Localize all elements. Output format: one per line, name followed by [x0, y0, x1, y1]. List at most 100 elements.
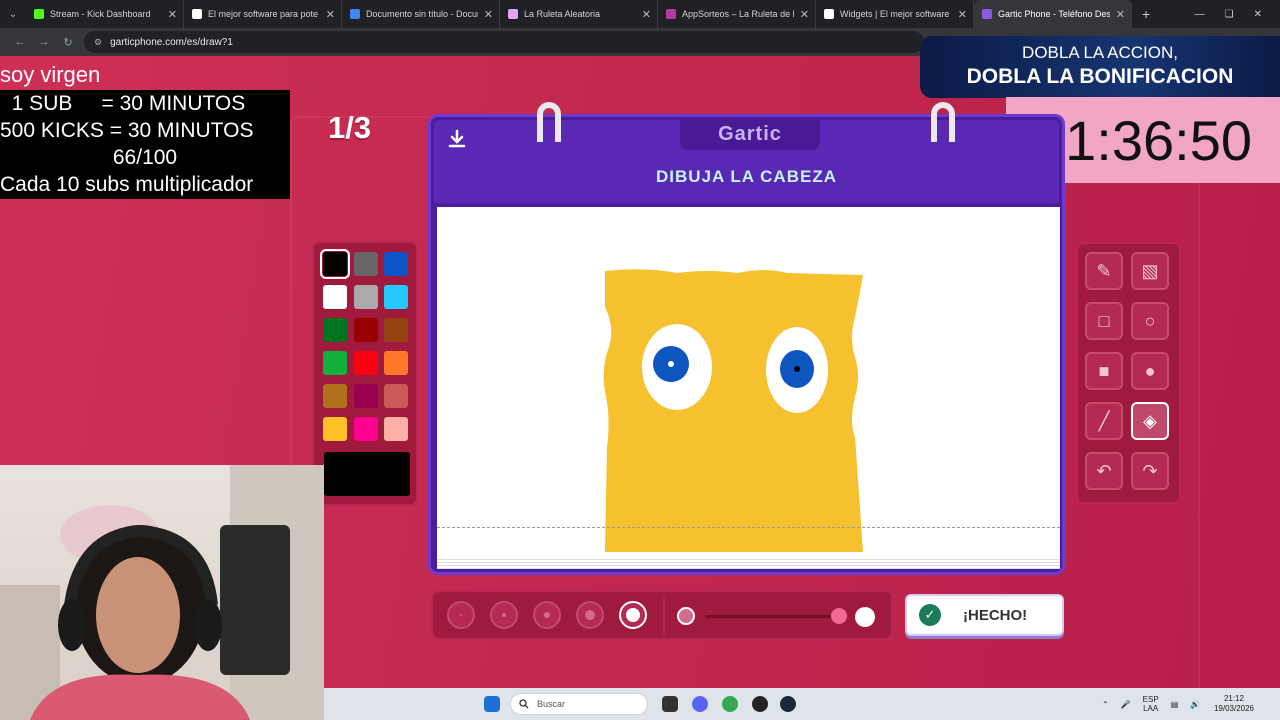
brush-size-dot: [544, 612, 550, 618]
color-swatch[interactable]: [323, 351, 347, 375]
opacity-slider-thumb[interactable]: [831, 608, 847, 624]
color-swatch[interactable]: [384, 285, 408, 309]
url-input[interactable]: ⚙ garticphone.com/es/draw?1: [84, 31, 924, 53]
stats-line-kicks: 500 KICKS = 30 MINUTOS: [0, 119, 254, 142]
browser-tab[interactable]: Widgets | El mejor software pa ✕: [816, 0, 974, 28]
brush-size-button[interactable]: [576, 601, 604, 629]
color-swatch[interactable]: [384, 417, 408, 441]
color-swatch[interactable]: [323, 285, 347, 309]
brush-size-button[interactable]: [447, 601, 475, 629]
taskbar-search[interactable]: Buscar: [510, 693, 648, 715]
rectangle-fill-icon[interactable]: ■: [1085, 352, 1123, 390]
tab-close-icon[interactable]: ✕: [326, 8, 335, 21]
download-icon[interactable]: [446, 128, 468, 155]
overlay-title: soy virgen: [0, 62, 101, 87]
browser-tab[interactable]: Gartic Phone - Teléfono Desco ✕: [974, 0, 1132, 28]
rectangle-outline-icon[interactable]: □: [1085, 302, 1123, 340]
stats-line-progress: 66/100: [112, 146, 178, 169]
taskbar-clock[interactable]: 21:12 19/03/2026: [1214, 694, 1254, 714]
browser-tab[interactable]: AppSorteos – La Ruleta de la S ✕: [658, 0, 816, 28]
tab-close-icon[interactable]: ✕: [484, 8, 493, 21]
round-counter: 1/3: [328, 110, 372, 145]
line-icon[interactable]: ╱: [1085, 402, 1123, 440]
color-swatch[interactable]: [353, 285, 378, 309]
tab-favicon-icon: [350, 9, 360, 19]
color-swatch[interactable]: [320, 249, 350, 279]
site-info-icon[interactable]: ⚙: [94, 37, 102, 48]
tab-search-icon[interactable]: ⌄: [0, 0, 26, 28]
minimize-icon[interactable]: —: [1195, 9, 1205, 20]
back-icon[interactable]: ←: [8, 36, 32, 48]
paper-edge: [437, 557, 1060, 569]
windows-start-icon[interactable]: [484, 696, 500, 712]
opacity-slider[interactable]: [705, 615, 839, 618]
drawing-canvas[interactable]: [437, 207, 1060, 557]
task-view-icon[interactable]: [662, 696, 678, 712]
tab-favicon-icon: [34, 9, 44, 19]
color-swatch[interactable]: [384, 351, 408, 375]
ellipse-fill-icon[interactable]: ●: [1131, 352, 1169, 390]
language-indicator[interactable]: ESP LAA: [1143, 695, 1159, 713]
browser-tab[interactable]: Documento sin título - Docum ✕: [342, 0, 500, 28]
pencil-icon[interactable]: ✎: [1085, 252, 1123, 290]
color-swatch[interactable]: [384, 318, 408, 342]
color-swatch[interactable]: [353, 351, 378, 375]
color-swatch[interactable]: [384, 252, 408, 276]
tab-label: Stream - Kick Dashboard: [50, 9, 151, 19]
chrome-icon[interactable]: [722, 696, 738, 712]
reload-icon[interactable]: ↻: [56, 36, 80, 49]
color-swatch[interactable]: [323, 417, 347, 441]
tab-close-icon[interactable]: ✕: [168, 8, 177, 21]
steam-icon[interactable]: [780, 696, 796, 712]
tab-favicon-icon: [192, 9, 202, 19]
opacity-low-icon: [677, 607, 695, 625]
tab-close-icon[interactable]: ✕: [642, 8, 651, 21]
color-swatch[interactable]: [323, 318, 347, 342]
tab-label: Widgets | El mejor software pa: [840, 9, 952, 19]
tab-label: El mejor software para pote: [208, 9, 319, 19]
color-swatch[interactable]: [353, 417, 378, 441]
close-window-icon[interactable]: ✕: [1254, 9, 1262, 20]
promo-line-2: DOBLA LA BONIFICACION: [966, 65, 1234, 88]
tab-favicon-icon: [666, 9, 676, 19]
volume-icon[interactable]: 🔊: [1190, 700, 1200, 709]
tab-label: Documento sin título - Docum: [366, 9, 478, 19]
eraser-icon[interactable]: ▧: [1131, 252, 1169, 290]
drawing-board: Gartic DIBUJA LA CABEZA: [428, 102, 1065, 575]
drawing-instruction: DIBUJA LA CABEZA: [656, 167, 837, 186]
tray-chevron-icon[interactable]: ⌃: [1102, 700, 1109, 709]
canvas-guide-line: [437, 527, 1060, 528]
system-tray: ⌃ 🎤 ESP LAA ▤ 🔊: [1102, 688, 1200, 720]
new-tab-button[interactable]: +: [1132, 6, 1160, 22]
microphone-icon[interactable]: 🎤: [1121, 700, 1131, 709]
brush-size-button[interactable]: [619, 601, 647, 629]
drawn-left-pupil-dot: [668, 361, 674, 367]
fill-bucket-icon[interactable]: ◈: [1131, 402, 1169, 440]
browser-tab[interactable]: Stream - Kick Dashboard ✕: [26, 0, 184, 28]
color-swatch[interactable]: [353, 252, 378, 276]
color-swatch[interactable]: [353, 384, 378, 408]
color-swatch[interactable]: [353, 318, 378, 342]
undo-icon[interactable]: ↶: [1085, 452, 1123, 490]
tab-label: La Ruleta Aleatoria: [524, 9, 601, 19]
discord-icon[interactable]: [692, 696, 708, 712]
done-button-label: ¡HECHO!: [963, 606, 1028, 624]
color-palette: [312, 241, 418, 506]
tab-close-icon[interactable]: ✕: [958, 8, 967, 21]
maximize-icon[interactable]: ❏: [1225, 9, 1234, 20]
tab-close-icon[interactable]: ✕: [1116, 8, 1125, 21]
brush-size-dot: [460, 614, 462, 616]
network-icon[interactable]: ▤: [1171, 700, 1179, 709]
brush-size-button[interactable]: [490, 601, 518, 629]
brush-size-button[interactable]: [533, 601, 561, 629]
color-swatch[interactable]: [323, 384, 347, 408]
ellipse-outline-icon[interactable]: ○: [1131, 302, 1169, 340]
tab-close-icon[interactable]: ✕: [800, 8, 809, 21]
browser-tab[interactable]: La Ruleta Aleatoria ✕: [500, 0, 658, 28]
redo-icon[interactable]: ↷: [1131, 452, 1169, 490]
color-swatch[interactable]: [384, 384, 408, 408]
obs-icon[interactable]: [752, 696, 768, 712]
forward-icon[interactable]: →: [32, 36, 56, 48]
done-button[interactable]: ✓ ¡HECHO!: [905, 594, 1064, 636]
browser-tab[interactable]: El mejor software para pote ✕: [184, 0, 342, 28]
